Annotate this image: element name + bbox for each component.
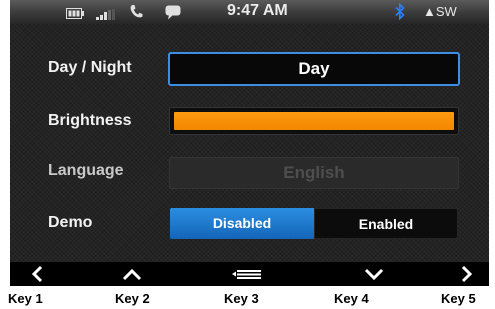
status-time: 9:47 AM xyxy=(227,2,288,19)
brightness-slider[interactable] xyxy=(169,107,459,135)
day-night-selector[interactable]: Day xyxy=(168,52,460,86)
demo-label: Demo xyxy=(48,214,93,231)
brightness-label: Brightness xyxy=(48,112,132,129)
chevron-left-icon[interactable] xyxy=(27,264,49,284)
softkey-bar xyxy=(10,262,489,286)
language-label: Language xyxy=(48,162,124,179)
key-1-label: Key 1 xyxy=(8,291,43,306)
chevron-down-icon[interactable] xyxy=(363,264,385,284)
chevron-up-icon[interactable] xyxy=(121,264,143,284)
key-4-label: Key 4 xyxy=(334,291,369,306)
day-night-label: Day / Night xyxy=(48,59,132,76)
settings-panel: Day / Night Day Brightness Language Engl… xyxy=(10,24,489,262)
phone-icon xyxy=(129,4,143,24)
brightness-fill xyxy=(174,112,454,130)
device-screen: 9:47 AM ▲SW Day / Night Day Brightness L… xyxy=(10,0,489,286)
menu-icon[interactable] xyxy=(231,264,263,284)
signal-icon xyxy=(96,7,116,25)
language-selector: English xyxy=(169,157,459,189)
demo-enabled-button[interactable]: Enabled xyxy=(314,208,458,239)
chevron-right-icon[interactable] xyxy=(455,264,477,284)
bluetooth-icon xyxy=(395,2,405,25)
status-bar: 9:47 AM ▲SW xyxy=(10,0,489,24)
key-3-label: Key 3 xyxy=(224,291,259,306)
compass-heading: ▲SW xyxy=(423,4,457,19)
message-icon xyxy=(165,5,181,25)
key-2-label: Key 2 xyxy=(115,291,150,306)
battery-icon xyxy=(66,6,84,24)
demo-disabled-button[interactable]: Disabled xyxy=(170,208,314,239)
key-5-label: Key 5 xyxy=(441,291,476,306)
